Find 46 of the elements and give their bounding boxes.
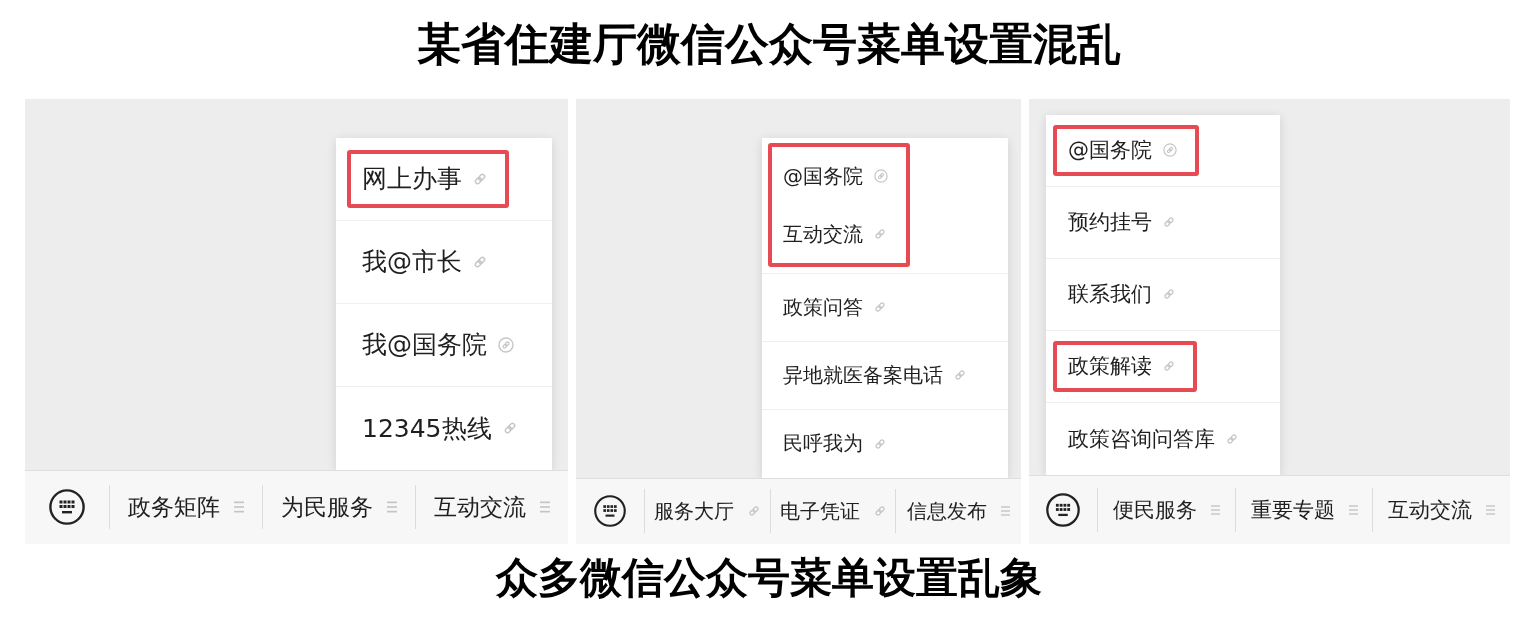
menu-icon xyxy=(1486,503,1496,516)
menu-icon xyxy=(233,500,245,515)
link-icon xyxy=(502,421,517,436)
link-icon xyxy=(748,505,761,518)
menu-tab[interactable]: 电子凭证 xyxy=(770,478,896,544)
link-icon xyxy=(1163,288,1175,301)
menu-item[interactable]: 12345热线 xyxy=(336,386,552,470)
menu-tab[interactable]: 互动交流 xyxy=(416,470,568,544)
menu-item[interactable]: 政策问答 xyxy=(762,273,1008,342)
menu-item[interactable]: 预约挂号 xyxy=(1046,186,1280,259)
menu-tab[interactable]: 政务矩阵 xyxy=(110,470,262,544)
menu-icon xyxy=(1001,505,1011,518)
menu-item[interactable]: 我@国务院 xyxy=(336,303,552,387)
menu-tab[interactable]: 重要专题 xyxy=(1235,475,1373,544)
menu-tab[interactable]: 便民服务 xyxy=(1098,475,1235,544)
menu-icon xyxy=(539,500,551,515)
page-title: 某省住建厅微信公众号菜单设置混乱 xyxy=(416,20,1121,71)
link-icon xyxy=(874,228,886,241)
link-icon xyxy=(1226,432,1238,445)
menu-tab[interactable]: 服务大厅 xyxy=(645,478,770,544)
link-icon xyxy=(473,254,487,269)
link-icon xyxy=(1163,216,1175,229)
menu-item[interactable]: 异地就医备案电话 xyxy=(762,341,1008,410)
link-icon xyxy=(473,171,487,186)
menu-item[interactable]: 联系我们 xyxy=(1046,258,1280,331)
menu-icon xyxy=(1210,503,1220,516)
menu-item[interactable]: 民呼我为 xyxy=(762,409,1008,478)
circled-link-icon xyxy=(874,169,888,184)
menu-tab[interactable]: 为民服务 xyxy=(263,470,415,544)
circled-link-icon xyxy=(498,336,514,353)
link-icon xyxy=(1163,360,1175,373)
menu-icon xyxy=(386,500,398,515)
link-icon xyxy=(874,505,886,518)
circled-link-icon xyxy=(1163,143,1177,158)
keyboard-icon[interactable] xyxy=(594,495,626,528)
menu-tab[interactable]: 互动交流 xyxy=(1373,475,1510,544)
link-icon xyxy=(954,369,966,382)
menu-item[interactable]: 我@市长 xyxy=(336,220,552,304)
menu-tab[interactable]: 信息发布 xyxy=(896,478,1021,544)
keyboard-icon[interactable] xyxy=(49,489,85,526)
menu-icon xyxy=(1348,503,1358,516)
figure-caption: 众多微信公众号菜单设置乱象 xyxy=(495,553,1042,602)
link-icon xyxy=(874,301,886,314)
link-icon xyxy=(874,437,886,450)
menu-item[interactable]: 政策咨询问答库 xyxy=(1046,402,1280,475)
keyboard-icon[interactable] xyxy=(1046,492,1080,527)
